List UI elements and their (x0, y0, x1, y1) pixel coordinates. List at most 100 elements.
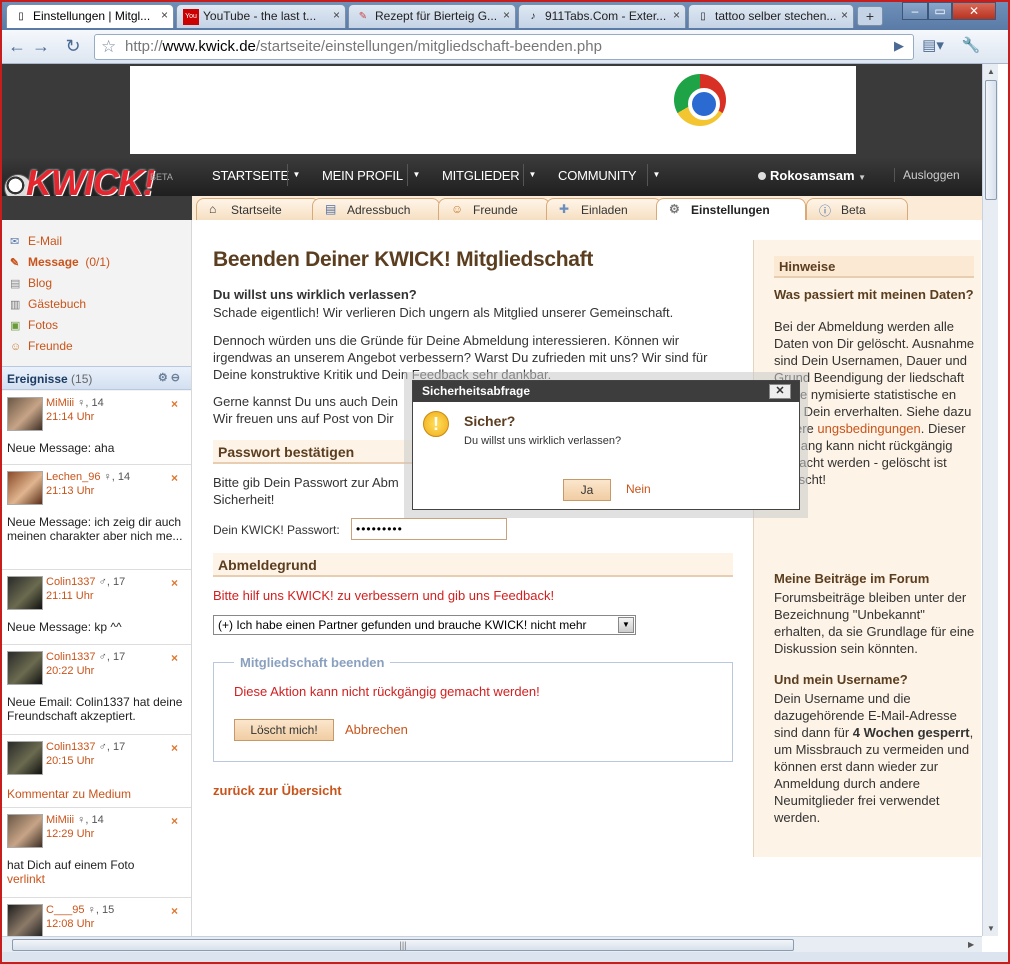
wrench-icon[interactable]: 🔧 (958, 34, 984, 58)
chevron-down-icon[interactable]: ▼ (647, 164, 665, 186)
browser-tab-youtube[interactable]: You YouTube - the last t... × (176, 4, 346, 28)
event-link[interactable]: verlinkt (7, 872, 187, 886)
subtab-einladen[interactable]: ✚ Einladen (546, 198, 662, 220)
avatar[interactable] (7, 651, 43, 685)
avatar[interactable] (7, 397, 43, 431)
close-icon[interactable]: × (171, 576, 178, 590)
close-icon[interactable]: × (171, 741, 178, 755)
delete-me-button[interactable]: Löscht mich! (234, 719, 334, 741)
event-user[interactable]: MiMiii ♀, 14 (46, 814, 104, 826)
forward-arrow-icon[interactable]: → (28, 34, 54, 58)
password-field[interactable]: ••••••••• (351, 518, 507, 540)
close-icon[interactable]: × (171, 814, 178, 828)
bookmark-star-icon[interactable]: ☆ (101, 35, 116, 59)
scroll-up-icon[interactable]: ▲ (987, 67, 995, 76)
close-window-button[interactable]: ✕ (952, 2, 996, 20)
username-menu[interactable]: Rokosamsam ▼ (770, 168, 866, 183)
event-text[interactable]: hat Dich auf einem Foto (7, 858, 187, 872)
close-tab-icon[interactable]: × (841, 8, 848, 22)
close-icon[interactable]: × (171, 651, 178, 665)
terms-link[interactable]: ungsbedingungen (817, 421, 920, 436)
subtab-startseite[interactable]: ⌂ Startseite (196, 198, 320, 220)
horizontal-scroll-thumb[interactable]: ||| (12, 939, 794, 951)
event-user[interactable]: MiMiii ♀, 14 (46, 397, 104, 409)
sidebar-item-freunde[interactable]: ☺ Freunde (10, 339, 73, 357)
browser-tab-rezept[interactable]: ✎ Rezept für Bierteig G... × (348, 4, 516, 28)
chevron-down-icon[interactable]: ▼ (407, 164, 425, 186)
reason-select[interactable]: (+) Ich habe einen Partner gefunden und … (213, 615, 636, 635)
avatar[interactable] (7, 814, 43, 848)
back-to-overview-link[interactable]: zurück zur Übersicht (213, 783, 342, 798)
sidebar-item-blog[interactable]: ▤ Blog (10, 276, 52, 294)
sidebar-item-message[interactable]: ✎ Message (0/1) (10, 255, 110, 273)
yes-button[interactable]: Ja (563, 479, 611, 501)
vertical-scroll-thumb[interactable] (985, 80, 997, 200)
vertical-scrollbar[interactable]: ▲ ▼ (982, 64, 998, 936)
close-icon[interactable]: × (171, 471, 178, 485)
avatar[interactable] (7, 904, 43, 936)
subtab-einstellungen[interactable]: ⚙ Einstellungen (656, 198, 806, 220)
page-title: Beenden Deiner KWICK! Mitgliedschaft (213, 248, 594, 271)
event-user[interactable]: C___95 ♀, 15 (46, 904, 114, 916)
sidebar-item-email[interactable]: ✉ E-Mail (10, 234, 62, 252)
nav-community[interactable]: COMMUNITY (558, 168, 637, 183)
invite-icon: ✚ (559, 202, 570, 216)
close-icon[interactable]: ✕ (769, 384, 791, 399)
back-arrow-icon[interactable]: ← (4, 34, 30, 58)
event-text[interactable]: Neue Message: aha (7, 441, 187, 455)
chevron-down-icon[interactable]: ▼ (287, 164, 305, 186)
event-text[interactable]: Kommentar zu Medium (7, 787, 187, 801)
browser-tab-tattoo[interactable]: ▯ tattoo selber stechen... × (688, 4, 854, 28)
minimize-button[interactable]: – (902, 2, 928, 20)
close-tab-icon[interactable]: × (161, 8, 168, 22)
horizontal-scrollbar[interactable]: ||| ▶ (2, 936, 982, 952)
event-text[interactable]: Neue Email: Colin1337 hat deine Freundsc… (7, 695, 187, 723)
event-text[interactable]: Neue Message: kp ^^ (7, 620, 187, 634)
reload-icon[interactable]: ↻ (60, 34, 86, 58)
close-tab-icon[interactable]: × (503, 8, 510, 22)
event-user[interactable]: Colin1337 ♂, 17 (46, 576, 125, 588)
reason-selected: (+) Ich habe einen Partner gefunden und … (218, 618, 587, 632)
logout-link[interactable]: Ausloggen (894, 168, 960, 182)
subtab-freunde[interactable]: ☺ Freunde (438, 198, 550, 220)
event-user[interactable]: Lechen_96 ♀, 14 (46, 471, 130, 483)
avatar[interactable] (7, 741, 43, 775)
scroll-down-icon[interactable]: ▼ (987, 924, 995, 933)
close-tab-icon[interactable]: × (673, 8, 680, 22)
event-user[interactable]: Colin1337 ♂, 17 (46, 651, 125, 663)
chevron-down-icon[interactable]: ▼ (523, 164, 541, 186)
avatar[interactable] (7, 471, 43, 505)
maximize-button[interactable]: ▭ (928, 2, 952, 20)
close-icon[interactable]: × (171, 904, 178, 918)
subtab-beta[interactable]: ⓘ Beta (806, 198, 908, 220)
nav-startseite[interactable]: STARTSEITE (212, 168, 289, 183)
subtab-label: Einladen (581, 203, 628, 217)
scroll-right-icon[interactable]: ▶ (968, 940, 974, 949)
nav-mitglieder[interactable]: MITGLIEDER (442, 168, 520, 183)
email-icon: ✉ (10, 236, 20, 248)
avatar[interactable] (7, 576, 43, 610)
close-tab-icon[interactable]: × (333, 8, 340, 22)
cancel-link[interactable]: Abbrechen (345, 722, 408, 737)
subtab-adressbuch[interactable]: ▤ Adressbuch (312, 198, 440, 220)
go-arrow-icon[interactable]: ▶ (886, 34, 912, 58)
event-user[interactable]: Colin1337 ♂, 17 (46, 741, 125, 753)
hint-question-username: Und mein Username? (774, 672, 908, 687)
collapse-icon[interactable]: ⊖ (171, 372, 180, 384)
events-header: Ereignisse (15) ⚙ ⊖ (2, 366, 191, 390)
browser-tab-einstellungen[interactable]: ▯ Einstellungen | Mitgl... × (6, 4, 174, 28)
nav-mein-profil[interactable]: MEIN PROFIL (322, 168, 403, 183)
event-text[interactable]: Neue Message: ich zeig dir auch meinen c… (7, 515, 187, 543)
new-tab-button[interactable]: + (857, 6, 883, 26)
no-link[interactable]: Nein (626, 482, 651, 496)
ad-banner[interactable] (130, 66, 856, 154)
settings-icon[interactable]: ⚙ (158, 372, 168, 384)
browser-tab-911tabs[interactable]: ♪ 911Tabs.Com - Exter... × (518, 4, 686, 28)
close-icon[interactable]: × (171, 397, 178, 411)
page-menu-icon[interactable]: ▤▾ (920, 34, 946, 58)
sidebar-item-guestbook[interactable]: ▥ Gästebuch (10, 297, 86, 315)
address-bar[interactable]: ☆ http://www.kwick.de/startseite/einstel… (94, 34, 914, 60)
dialog-titlebar[interactable]: Sicherheitsabfrage ✕ (413, 381, 799, 402)
sidebar-item-fotos[interactable]: ▣ Fotos (10, 318, 58, 336)
chevron-down-icon[interactable]: ▼ (618, 617, 634, 633)
